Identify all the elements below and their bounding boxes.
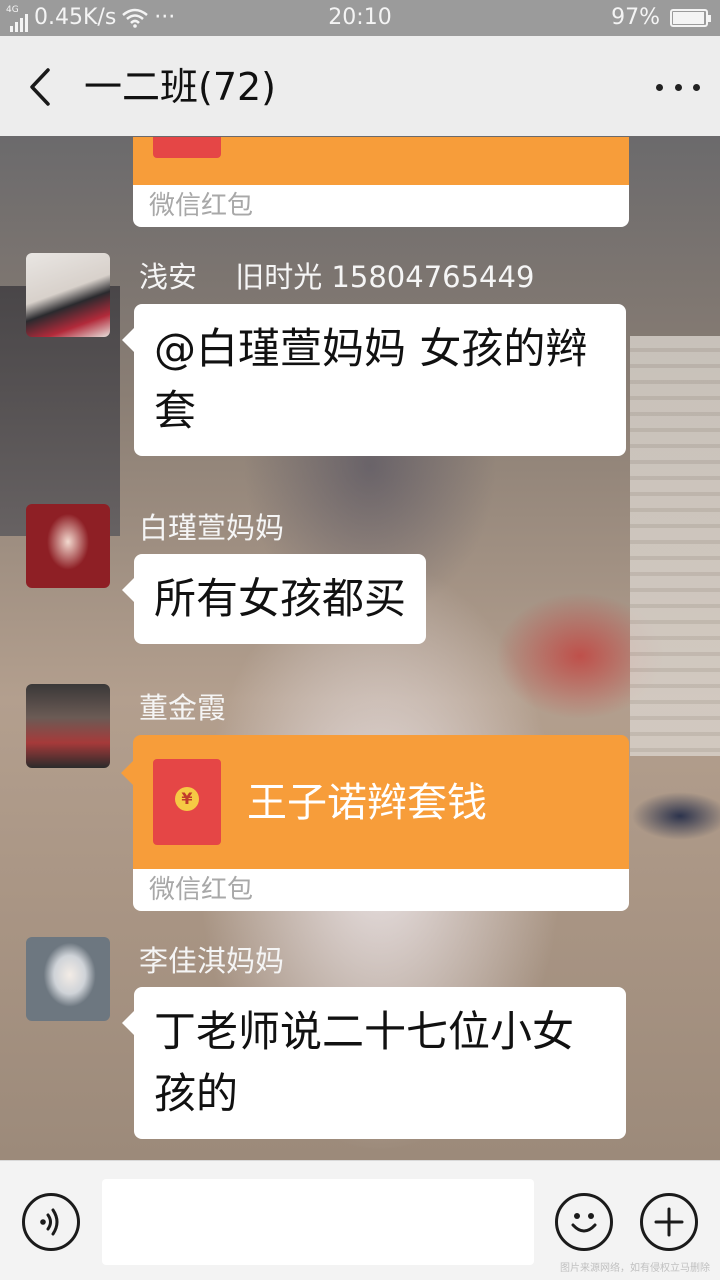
avatar[interactable] (26, 937, 110, 1021)
sender-name: 白瑾萱妈妈 (139, 511, 285, 545)
watermark: 图片来源网络，如有侵权立马删除 (560, 1263, 710, 1274)
red-packet-message[interactable]: ¥ 王子诺辫套钱 微信红包 (121, 735, 629, 911)
message-bubble[interactable]: 所有女孩都买 (121, 554, 427, 644)
sender-name: 李佳淇妈妈 (139, 944, 285, 978)
avatar[interactable] (26, 504, 110, 588)
avatar[interactable] (26, 684, 110, 768)
status-bar: 4G 0.45K/s ··· 20:10 97% (0, 0, 720, 36)
red-packet-title: 王子诺辫套钱 (247, 780, 487, 826)
chat-title: 一二班(72) (84, 65, 277, 109)
voice-icon (40, 1208, 59, 1236)
red-envelope-icon: ¥ (153, 759, 221, 845)
yuan-coin-icon: ¥ (175, 787, 199, 811)
voice-button[interactable] (22, 1193, 80, 1251)
battery-icon (670, 9, 711, 27)
message-bubble[interactable]: 丁老师说二十七位小女孩的 (122, 987, 626, 1139)
red-packet-message[interactable]: 微信红包 (133, 137, 629, 227)
more-button[interactable] (656, 72, 700, 102)
emoji-icon (571, 1213, 597, 1233)
status-right: 97% (611, 0, 711, 36)
red-envelope-icon (153, 137, 221, 158)
battery-percent: 97% (611, 5, 660, 30)
avatar[interactable] (26, 253, 110, 337)
emoji-button[interactable] (555, 1193, 613, 1251)
message-bubble[interactable]: @白瑾萱妈妈 女孩的辫套 (122, 304, 626, 456)
plus-icon (654, 1207, 684, 1237)
more-horizontal-icon (656, 83, 663, 91)
sender-name: 浅安 旧时光 15804765449 (139, 260, 535, 294)
sender-name: 董金霞 (139, 691, 227, 725)
input-bar: 图片来源网络，如有侵权立马删除 (0, 1160, 720, 1280)
message-input[interactable] (102, 1179, 534, 1265)
red-packet-footer: 微信红包 (133, 185, 629, 227)
red-packet-footer: 微信红包 (133, 869, 629, 911)
message-list[interactable]: 微信红包 浅安 旧时光 15804765449 @白瑾萱妈妈 女孩的辫套 白瑾萱… (0, 137, 720, 1160)
back-button[interactable] (22, 62, 62, 112)
plus-button[interactable] (640, 1193, 698, 1251)
chevron-left-icon (30, 68, 50, 106)
chat-header: 一二班(72) (0, 36, 720, 137)
